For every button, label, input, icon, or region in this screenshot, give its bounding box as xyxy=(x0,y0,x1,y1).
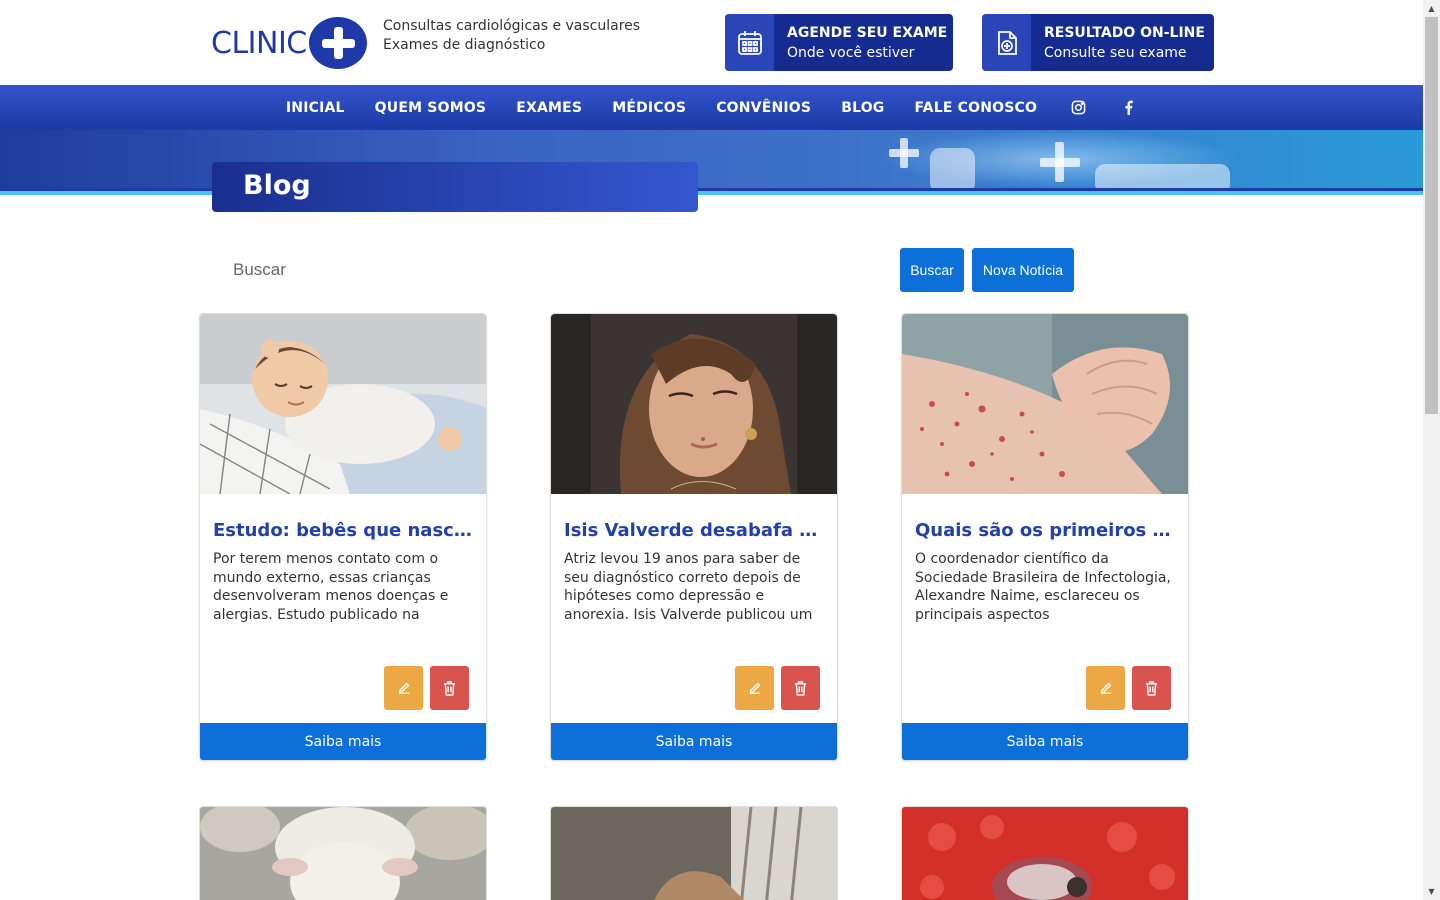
edit-post-button[interactable] xyxy=(384,666,423,710)
post-image-sleeping-baby[interactable] xyxy=(200,314,486,494)
medical-file-icon xyxy=(982,14,1031,71)
delete-post-button[interactable] xyxy=(1132,666,1171,710)
post-image-red-tick[interactable] xyxy=(902,807,1188,900)
page-title: Blog xyxy=(243,170,311,201)
vertical-scrollbar[interactable]: ▲ ▼ xyxy=(1423,0,1440,900)
delete-post-button[interactable] xyxy=(430,666,469,710)
search-input[interactable] xyxy=(212,248,892,292)
nav-item-inicial[interactable]: INICIAL xyxy=(286,100,345,116)
calendar-icon xyxy=(725,14,774,71)
schedule-exam-button[interactable]: AGENDE SEU EXAME Onde você estiver xyxy=(725,14,953,71)
read-more-button[interactable]: Saiba mais xyxy=(200,723,486,760)
post-card: Quais são os primeiros sin... O coordena… xyxy=(901,313,1189,761)
post-description: Atriz levou 19 anos para saber de seu di… xyxy=(564,551,813,623)
trash-icon xyxy=(1145,680,1158,696)
new-post-button[interactable]: Nova Notícia xyxy=(972,248,1074,292)
nav-item-medicos[interactable]: MÉDICOS xyxy=(612,100,686,116)
post-card: Isis Valverde desabafa so... Atriz levou… xyxy=(550,313,838,761)
post-description: O coordenador científico da Sociedade Br… xyxy=(915,551,1171,623)
logo-cross-icon xyxy=(308,17,367,69)
post-image-sheep[interactable] xyxy=(200,807,486,900)
main-nav: INICIAL QUEM SOMOS EXAMES MÉDICOS CONVÊN… xyxy=(0,85,1423,130)
post-card: Estudo: bebês que nascer... Por terem me… xyxy=(199,313,487,761)
online-result-button[interactable]: RESULTADO ON-LINE Consulte seu exame xyxy=(982,14,1214,71)
facebook-icon[interactable] xyxy=(1124,100,1133,115)
tagline-line-1: Consultas cardiológicas e vasculares xyxy=(383,18,641,34)
trash-icon xyxy=(443,680,456,696)
tagline: Consultas cardiológicas e vasculares Exa… xyxy=(383,17,640,55)
post-card xyxy=(901,806,1189,900)
page-title-box: Blog xyxy=(212,162,698,212)
online-result-title: RESULTADO ON-LINE xyxy=(1044,24,1205,41)
schedule-exam-title: AGENDE SEU EXAME xyxy=(787,24,948,41)
post-title[interactable]: Estudo: bebês que nascer... xyxy=(213,520,475,541)
pencil-icon xyxy=(398,682,409,694)
search-button[interactable]: Buscar xyxy=(900,248,964,292)
tagline-line-2: Exames de diagnóstico xyxy=(383,37,546,53)
post-title[interactable]: Quais são os primeiros sin... xyxy=(915,520,1177,541)
nav-item-fale-conosco[interactable]: FALE CONOSCO xyxy=(915,100,1038,116)
post-image-woman-portrait[interactable] xyxy=(551,314,837,494)
schedule-exam-subtitle: Onde você estiver xyxy=(787,44,915,61)
instagram-icon[interactable] xyxy=(1071,100,1086,115)
logo-text: CLINIC xyxy=(211,25,307,61)
read-more-button[interactable]: Saiba mais xyxy=(551,723,837,760)
read-more-button[interactable]: Saiba mais xyxy=(902,723,1188,760)
post-image-skin-rash[interactable] xyxy=(902,314,1188,494)
nav-item-convenios[interactable]: CONVÊNIOS xyxy=(716,100,811,116)
post-description: Por terem menos contato com o mundo exte… xyxy=(213,551,449,623)
post-card xyxy=(199,806,487,900)
pencil-icon xyxy=(749,682,760,694)
nav-item-exames[interactable]: EXAMES xyxy=(516,100,582,116)
edit-post-button[interactable] xyxy=(735,666,774,710)
edit-post-button[interactable] xyxy=(1086,666,1125,710)
scroll-up-arrow-icon[interactable]: ▲ xyxy=(1423,0,1440,17)
trash-icon xyxy=(794,680,807,696)
nav-item-quem-somos[interactable]: QUEM SOMOS xyxy=(375,100,487,116)
online-result-subtitle: Consulte seu exame xyxy=(1044,44,1187,61)
header: CLINIC Consultas cardiológicas e vascula… xyxy=(0,0,1423,85)
clinic-logo[interactable]: CLINIC xyxy=(211,17,367,69)
scrollbar-thumb[interactable] xyxy=(1425,17,1438,414)
post-title[interactable]: Isis Valverde desabafa so... xyxy=(564,520,826,541)
post-card xyxy=(550,806,838,900)
delete-post-button[interactable] xyxy=(781,666,820,710)
pencil-icon xyxy=(1100,682,1111,694)
nav-item-blog[interactable]: BLOG xyxy=(841,100,884,116)
scroll-down-arrow-icon[interactable]: ▼ xyxy=(1423,883,1440,900)
post-image-window-woman[interactable] xyxy=(551,807,837,900)
